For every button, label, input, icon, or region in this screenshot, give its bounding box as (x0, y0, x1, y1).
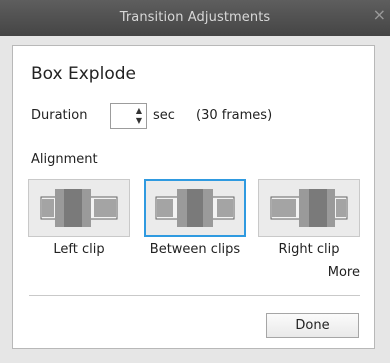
align-right-clip-icon (270, 189, 348, 227)
align-left-clip-label: Left clip (53, 242, 105, 257)
alignment-label: Alignment (31, 152, 98, 167)
align-between-clips-button[interactable] (144, 179, 246, 237)
transition-name: Box Explode (31, 64, 136, 84)
adjustments-panel: Box Explode Duration ▲ ▼ sec (30 frames)… (12, 45, 375, 349)
duration-input[interactable] (113, 107, 133, 125)
stepper-down-arrow-icon[interactable]: ▼ (134, 116, 144, 126)
window-titlebar: Transition Adjustments × (0, 0, 390, 36)
align-right-clip-label: Right clip (278, 242, 340, 257)
duration-stepper[interactable]: ▲ ▼ (110, 103, 147, 129)
divider (29, 295, 360, 296)
duration-unit: sec (153, 108, 175, 123)
align-right-clip-button[interactable] (258, 179, 360, 237)
done-button[interactable]: Done (266, 313, 359, 338)
window-title: Transition Adjustments (119, 10, 271, 25)
align-between-clips-icon (155, 189, 235, 227)
frames-count: (30 frames) (196, 108, 273, 123)
duration-label: Duration (31, 108, 88, 123)
stepper-up-arrow-icon[interactable]: ▲ (134, 106, 144, 116)
align-between-clips-label: Between clips (149, 242, 241, 257)
align-left-clip-icon (40, 189, 118, 227)
close-icon[interactable]: × (373, 7, 386, 23)
align-left-clip-button[interactable] (28, 179, 130, 237)
more-link[interactable]: More (328, 265, 360, 280)
